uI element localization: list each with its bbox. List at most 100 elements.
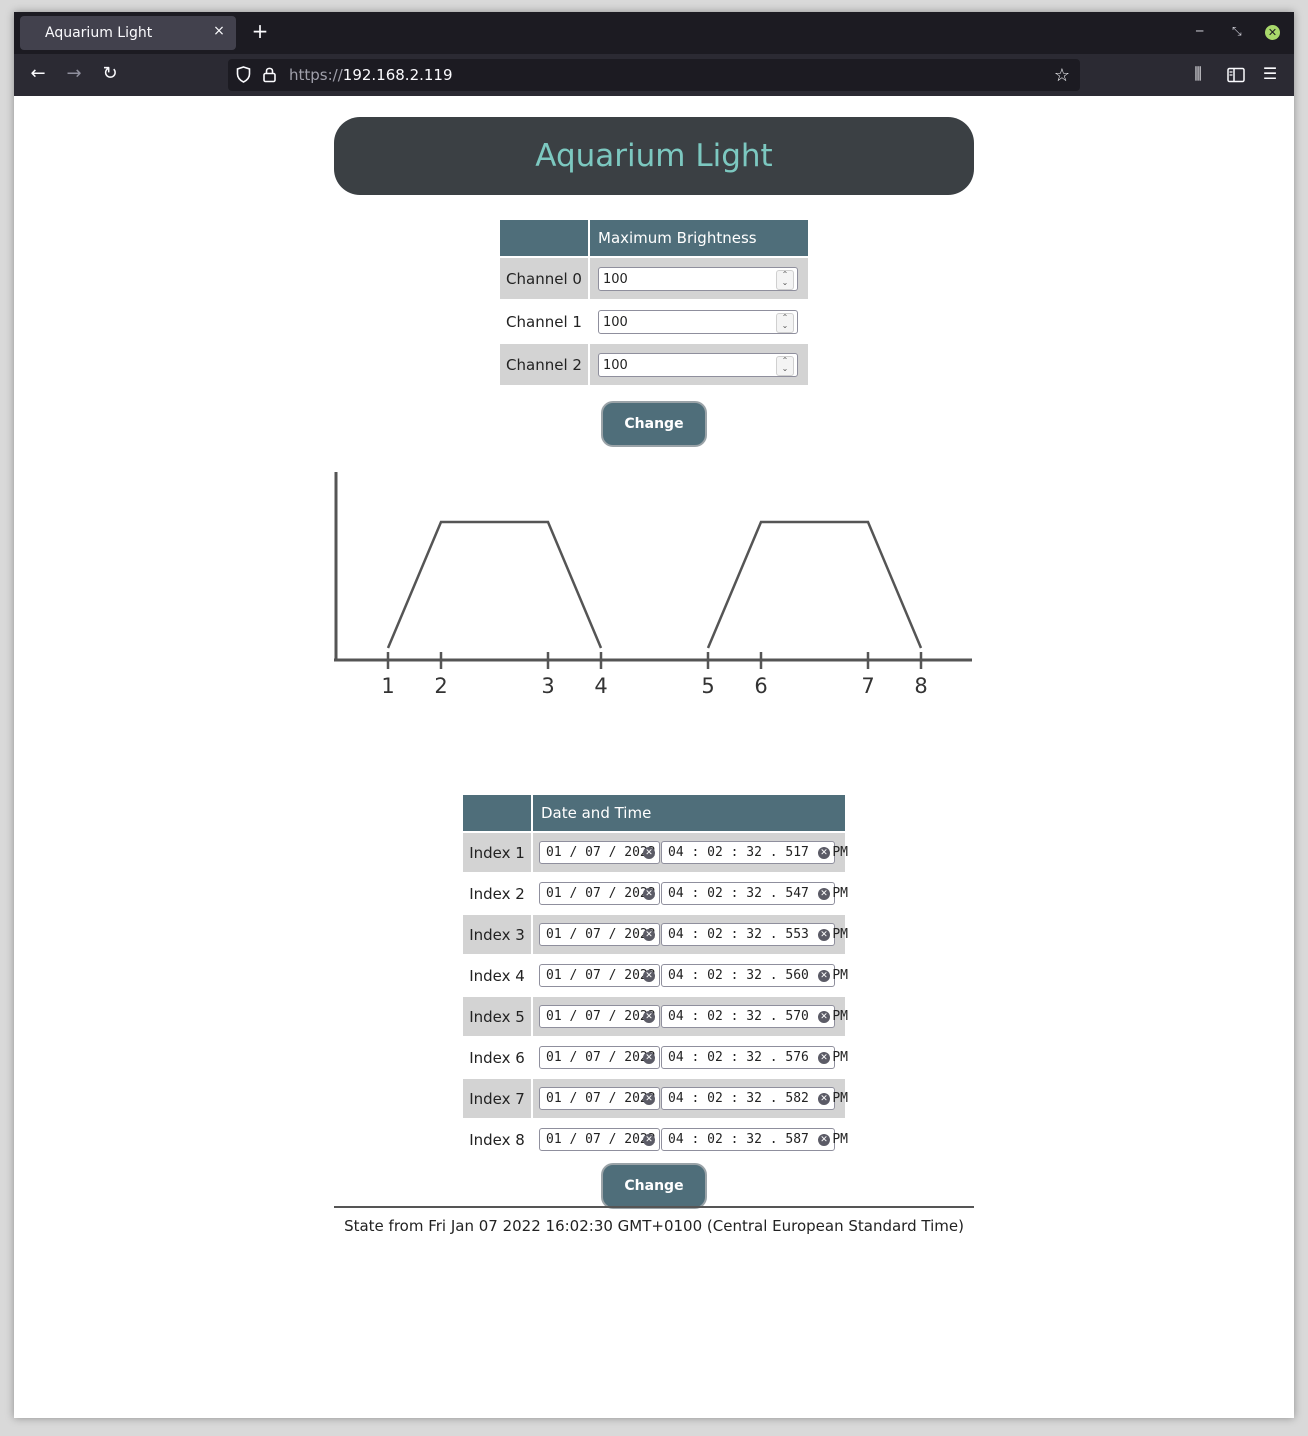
index-2-time-input[interactable]: 04 : 02 : 32 . 547 PM ✕ — [661, 882, 848, 905]
clear-icon[interactable]: ✕ — [818, 1093, 830, 1105]
forward-icon[interactable]: → — [63, 64, 85, 84]
clear-icon[interactable]: ✕ — [643, 888, 655, 900]
index-5-date-input[interactable]: 01 / 07 / 2022 ✕ — [539, 1005, 660, 1028]
diagram-tick-label: 4 — [594, 674, 607, 698]
spinner-icon[interactable]: ⌃ ⌄ — [776, 312, 794, 333]
navigation-toolbar: ← → ↻ https://192.168.2.119 ☆ ⫼ ☰ — [14, 54, 1294, 96]
index-8-date-input[interactable]: 01 / 07 / 2022 ✕ — [539, 1128, 660, 1151]
index-label: Index 5 — [463, 997, 531, 1036]
clear-icon[interactable]: ✕ — [818, 847, 830, 859]
library-icon[interactable]: ⫼ — [1187, 64, 1209, 84]
index-6-time-input[interactable]: 04 : 02 : 32 . 576 PM ✕ — [661, 1046, 848, 1069]
channel-2-brightness-input[interactable]: 100 ⌃ ⌄ — [598, 352, 798, 377]
date-value: 01 / 07 / 2022 — [546, 1091, 656, 1106]
index-label: Index 2 — [469, 884, 525, 903]
hamburger-menu-icon[interactable]: ☰ — [1259, 64, 1281, 83]
url-protocol: https:// — [289, 66, 343, 84]
channel-0-value: 100 — [603, 271, 628, 287]
index-1-date-input[interactable]: 01 / 07 / 2022 ✕ — [539, 841, 660, 864]
index-2-date-input[interactable]: 01 / 07 / 2022 ✕ — [539, 882, 660, 905]
index-7-date-input[interactable]: 01 / 07 / 2022 ✕ — [539, 1087, 660, 1110]
index-label: Index 1 — [463, 833, 531, 872]
change-datetime-button[interactable]: Change — [601, 1163, 707, 1209]
datetime-column-header: Date and Time — [533, 795, 845, 831]
date-value: 01 / 07 / 2022 — [546, 1009, 656, 1024]
spinner-icon[interactable]: ⌃ ⌄ — [776, 355, 794, 376]
new-tab-icon[interactable]: + — [250, 21, 270, 41]
datetime-table: Date and Time Index 1 01 / 07 / 2022 ✕ 04 … — [461, 793, 848, 1161]
url-text[interactable]: https://192.168.2.119 — [289, 66, 453, 84]
channel-1-brightness-input[interactable]: 100 ⌃ ⌄ — [598, 309, 798, 334]
diagram-tick-label: 6 — [754, 674, 767, 698]
clear-icon[interactable]: ✕ — [643, 1134, 655, 1146]
clear-icon[interactable]: ✕ — [643, 1093, 655, 1105]
clear-icon[interactable]: ✕ — [643, 970, 655, 982]
clear-icon[interactable]: ✕ — [818, 970, 830, 982]
index-row: Index 6 01 / 07 / 2022 ✕ 04 : 02 : 32 . 57… — [463, 1038, 848, 1077]
channel-1-value: 100 — [603, 314, 628, 330]
change-brightness-button[interactable]: Change — [601, 401, 707, 447]
clear-icon[interactable]: ✕ — [818, 1052, 830, 1064]
tab-title: Aquarium Light — [45, 25, 153, 41]
index-4-date-input[interactable]: 01 / 07 / 2022 ✕ — [539, 964, 660, 987]
spinner-icon[interactable]: ⌃ ⌄ — [776, 269, 794, 290]
diagram-curve-day-1 — [386, 520, 603, 649]
tab-aquarium-light[interactable]: Aquarium Light × — [20, 16, 236, 50]
index-3-date-input[interactable]: 01 / 07 / 2022 ✕ — [539, 923, 660, 946]
clear-icon[interactable]: ✕ — [818, 1011, 830, 1023]
diagram-curve-day-2 — [706, 520, 923, 649]
url-bar[interactable]: https://192.168.2.119 ☆ — [228, 59, 1080, 91]
channel-label: Channel 1 — [506, 312, 582, 331]
restore-icon[interactable]: ⤡ — [1232, 24, 1242, 39]
clear-icon[interactable]: ✕ — [818, 888, 830, 900]
tab-bar: Aquarium Light × + ─ ⤡ ✕ — [14, 12, 1294, 54]
index-label: Index 4 — [469, 966, 525, 985]
clear-icon[interactable]: ✕ — [643, 1052, 655, 1064]
index-label: Index 3 — [463, 915, 531, 954]
index-3-time-input[interactable]: 04 : 02 : 32 . 553 PM ✕ — [661, 923, 848, 946]
clear-icon[interactable]: ✕ — [818, 929, 830, 941]
brightness-column-header: Maximum Brightness — [590, 220, 808, 256]
lock-icon[interactable] — [262, 66, 277, 83]
url-host: 192.168.2.119 — [342, 66, 453, 84]
clear-icon[interactable]: ✕ — [643, 1011, 655, 1023]
channel-label: Channel 2 — [500, 344, 588, 385]
index-row: Index 7 01 / 07 / 2022 ✕ 04 : 02 : 32 . 58… — [463, 1079, 848, 1118]
brightness-table: Maximum Brightness Channel 0 100 ⌃ ⌄ Chann… — [498, 218, 810, 387]
minimize-icon[interactable]: ─ — [1196, 24, 1203, 38]
brightness-table-corner — [500, 220, 588, 256]
index-7-time-input[interactable]: 04 : 02 : 32 . 582 PM ✕ — [661, 1087, 848, 1110]
header-banner: Aquarium Light — [334, 117, 974, 195]
index-row: Index 8 01 / 07 / 2022 ✕ 04 : 02 : 32 . 58… — [463, 1120, 848, 1159]
index-label: Index 7 — [463, 1079, 531, 1118]
sidebar-icon[interactable] — [1225, 67, 1247, 83]
page-title: Aquarium Light — [535, 138, 773, 174]
channel-0-brightness-input[interactable]: 100 ⌃ ⌄ — [598, 266, 798, 291]
close-window-icon[interactable]: ✕ — [1265, 25, 1280, 40]
light-schedule-diagram: 1 2 3 4 5 6 7 8 — [334, 472, 972, 698]
shield-icon[interactable] — [236, 66, 251, 83]
clear-icon[interactable]: ✕ — [643, 929, 655, 941]
page-content: Aquarium Light Maximum Brightness Channe… — [14, 96, 1294, 1418]
index-row: Index 4 01 / 07 / 2022 ✕ 04 : 02 : 32 . 56… — [463, 956, 848, 995]
state-timestamp: State from Fri Jan 07 2022 16:02:30 GMT+… — [344, 1217, 964, 1235]
back-icon[interactable]: ← — [27, 64, 49, 84]
index-label: Index 6 — [469, 1048, 525, 1067]
index-row: Index 2 01 / 07 / 2022 ✕ 04 : 02 : 32 . 54… — [463, 874, 848, 913]
index-6-date-input[interactable]: 01 / 07 / 2022 ✕ — [539, 1046, 660, 1069]
index-8-time-input[interactable]: 04 : 02 : 32 . 587 PM ✕ — [661, 1128, 848, 1151]
index-5-time-input[interactable]: 04 : 02 : 32 . 570 PM ✕ — [661, 1005, 848, 1028]
diagram-tick-label: 3 — [541, 674, 554, 698]
clear-icon[interactable]: ✕ — [818, 1134, 830, 1146]
index-1-time-input[interactable]: 04 : 02 : 32 . 517 PM ✕ — [661, 841, 848, 864]
browser-window: Aquarium Light × + ─ ⤡ ✕ ← → ↻ https://1… — [14, 12, 1294, 1418]
reload-icon[interactable]: ↻ — [99, 64, 121, 84]
tab-close-icon[interactable]: × — [210, 23, 228, 39]
bookmark-star-icon[interactable]: ☆ — [1054, 65, 1070, 86]
index-label: Index 8 — [469, 1130, 525, 1149]
date-value: 01 / 07 / 2022 — [546, 845, 656, 860]
clear-icon[interactable]: ✕ — [643, 847, 655, 859]
date-value: 01 / 07 / 2022 — [546, 886, 656, 901]
index-4-time-input[interactable]: 04 : 02 : 32 . 560 PM ✕ — [661, 964, 848, 987]
index-row: Index 3 01 / 07 / 2022 ✕ 04 : 02 : 32 . 55… — [463, 915, 848, 954]
